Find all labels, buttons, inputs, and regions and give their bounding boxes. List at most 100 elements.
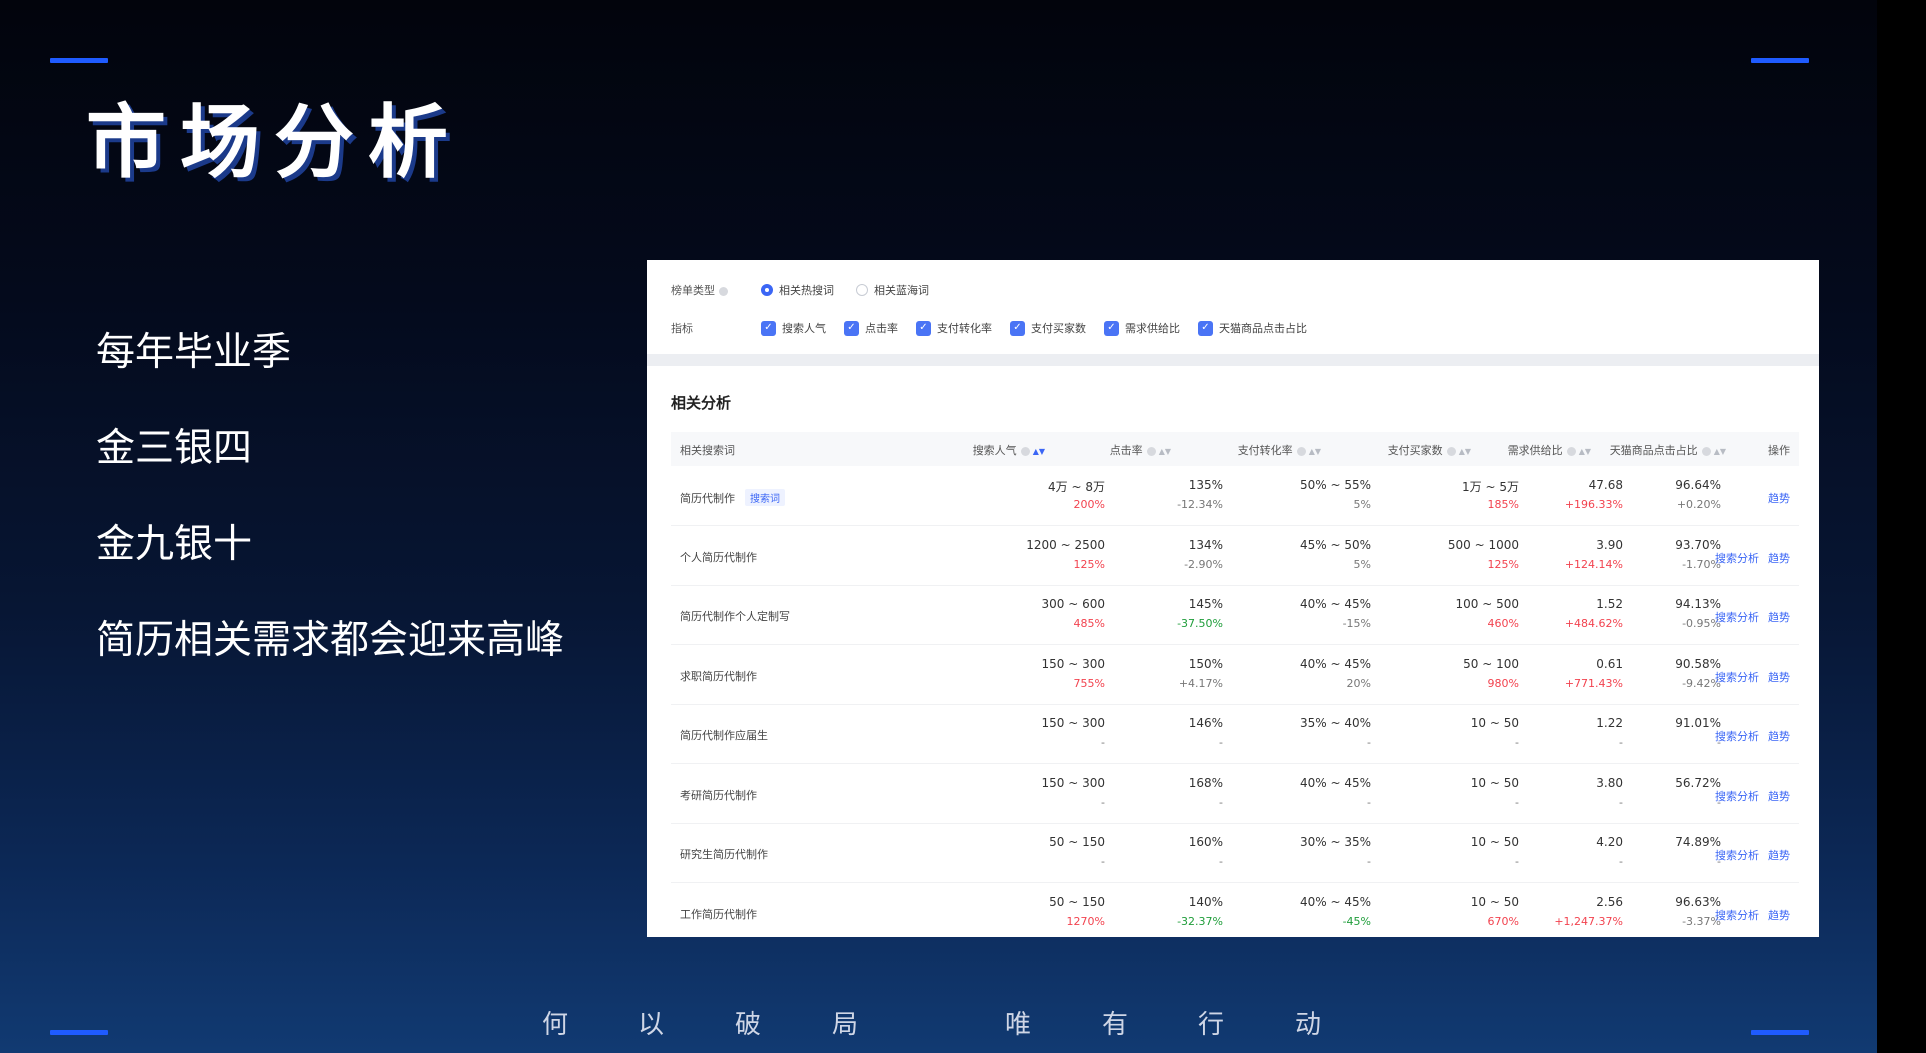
cell-ctr: 146% -: [1063, 704, 1223, 763]
cell-tmall-click-share: 93.70% -1.70%: [1561, 526, 1721, 585]
trend-link[interactable]: 趋势: [1768, 552, 1790, 565]
table-row: 工作简历代制作 50 ~ 150 1270% 140% -32.37% 40% ~ 45%…: [671, 883, 1799, 938]
sort-icon[interactable]: ▲▼: [1579, 447, 1591, 456]
sort-icon[interactable]: ▲▼: [1714, 447, 1726, 456]
search-analysis-link[interactable]: 搜索分析: [1715, 730, 1759, 743]
list-type-row: 榜单类型 相关热搜词 相关蓝海词: [671, 282, 951, 298]
radio-related-hot[interactable]: 相关热搜词: [761, 282, 834, 298]
trend-link[interactable]: 趋势: [1768, 849, 1790, 862]
col-popularity[interactable]: 搜索人气 ▲▼: [951, 442, 1045, 458]
row-actions: 搜索分析 趋势: [1706, 669, 1790, 685]
trend-link[interactable]: 趋势: [1768, 671, 1790, 684]
checkbox-search-popularity[interactable]: ✓ 搜索人气: [761, 320, 826, 336]
search-analysis-link[interactable]: 搜索分析: [1715, 611, 1759, 624]
help-icon[interactable]: [719, 286, 728, 296]
search-analysis-link[interactable]: 搜索分析: [1715, 909, 1759, 922]
cell-conversion: 40% ~ 45% -15%: [1211, 585, 1371, 644]
checkbox-pay-conversion[interactable]: ✓ 支付转化率: [916, 320, 992, 336]
cell-conversion: 40% ~ 45% -: [1211, 764, 1371, 823]
check-icon[interactable]: ✓: [1010, 320, 1025, 336]
cell-tmall-click-share: 96.64% +0.20%: [1561, 466, 1721, 525]
check-icon[interactable]: ✓: [1198, 320, 1213, 336]
checkbox-label: 支付转化率: [937, 322, 992, 335]
table-row: 考研简历代制作 150 ~ 300-168% -40% ~ 45% -10 ~ 50-…: [671, 764, 1799, 824]
keyword-cell: 考研简历代制作: [680, 787, 757, 803]
check-icon[interactable]: ✓: [1104, 320, 1119, 336]
cell-conversion: 45% ~ 50% 5%: [1211, 526, 1371, 585]
check-icon[interactable]: ✓: [761, 320, 776, 336]
footer-char: 唯: [1005, 1010, 1032, 1040]
col-tmall-click-share[interactable]: 天猫商品点击占比 ▲▼: [1591, 442, 1726, 458]
analysis-panel: 榜单类型 相关热搜词 相关蓝海词 指标 ✓ 搜索人气 ✓ 点击率 ✓ 支付转化率 ✓ 支…: [647, 260, 1819, 937]
sort-icon[interactable]: ▲▼: [1159, 447, 1171, 456]
bullet-item: 每年毕业季: [96, 330, 292, 375]
col-demand-supply[interactable]: 需求供给比 ▲▼: [1471, 442, 1591, 458]
checkbox-label: 点击率: [865, 322, 898, 335]
radio-selected-icon[interactable]: [761, 284, 773, 296]
search-analysis-link[interactable]: 搜索分析: [1715, 849, 1759, 862]
trend-link[interactable]: 趋势: [1768, 909, 1790, 922]
metric-value: 96.64%: [1675, 478, 1721, 492]
help-icon[interactable]: [1701, 446, 1711, 456]
help-icon[interactable]: [1146, 446, 1156, 456]
trend-link[interactable]: 趋势: [1768, 611, 1790, 624]
radio-label: 相关蓝海词: [874, 284, 929, 297]
keyword-text: 个人简历代制作: [680, 550, 757, 564]
keyword-text: 考研简历代制作: [680, 788, 757, 802]
checkbox-ctr[interactable]: ✓ 点击率: [844, 320, 898, 336]
row-actions: 搜索分析 趋势: [1706, 609, 1790, 625]
keyword-text: 简历代制作应届生: [680, 729, 768, 742]
search-analysis-link[interactable]: 搜索分析: [1715, 552, 1759, 565]
keyword-cell: 求职简历代制作: [680, 668, 757, 684]
help-icon[interactable]: [1566, 446, 1576, 456]
sort-icon[interactable]: ▲▼: [1033, 447, 1045, 456]
trend-link[interactable]: 趋势: [1768, 730, 1790, 743]
col-keyword: 相关搜索词: [680, 444, 735, 457]
footer-char: 局: [832, 1010, 859, 1040]
sort-icon[interactable]: ▲▼: [1309, 447, 1321, 456]
keyword-text: 工作简历代制作: [680, 907, 757, 921]
checkbox-demand-supply[interactable]: ✓ 需求供给比: [1104, 320, 1180, 336]
radio-related-blue-ocean[interactable]: 相关蓝海词: [856, 282, 929, 298]
help-icon[interactable]: [1446, 446, 1456, 456]
checkbox-tmall-click-share[interactable]: ✓ 天猫商品点击占比: [1198, 320, 1307, 336]
keyword-cell: 个人简历代制作: [680, 549, 757, 565]
footer-char: 动: [1295, 1010, 1322, 1040]
cell-conversion: 40% ~ 45% 20%: [1211, 645, 1371, 704]
search-analysis-link[interactable]: 搜索分析: [1715, 790, 1759, 803]
sort-icon[interactable]: ▲▼: [1459, 447, 1471, 456]
radio-unselected-icon[interactable]: [856, 284, 868, 296]
slide-title: 市场分析: [86, 96, 462, 189]
help-icon[interactable]: [1020, 446, 1030, 456]
footer-char: 有: [1102, 1010, 1129, 1040]
bullet-list: 每年毕业季 金三银四 金九银十 简历相关需求都会迎来高峰: [96, 328, 564, 712]
screen-edge: [1877, 0, 1926, 1053]
checkbox-label: 支付买家数: [1031, 322, 1086, 335]
cell-tmall-click-share: 96.63% -3.37%: [1561, 883, 1721, 938]
bullet-item: 金九银十: [96, 522, 253, 567]
col-label: 支付买家数: [1387, 444, 1443, 457]
help-icon[interactable]: [1296, 446, 1306, 456]
row-actions: 搜索分析 趋势: [1706, 847, 1790, 863]
checkbox-pay-buyers[interactable]: ✓ 支付买家数: [1010, 320, 1086, 336]
trend-link[interactable]: 趋势: [1768, 790, 1790, 803]
keyword-cell: 研究生简历代制作: [680, 846, 768, 862]
search-analysis-link[interactable]: 搜索分析: [1715, 671, 1759, 684]
col-conversion[interactable]: 支付转化率 ▲▼: [1201, 442, 1321, 458]
check-icon[interactable]: ✓: [916, 320, 931, 336]
keyword-text: 简历代制作个人定制写: [680, 610, 790, 623]
metrics-row: 指标 ✓ 搜索人气 ✓ 点击率 ✓ 支付转化率 ✓ 支付买家数 ✓ 需求供给比 ✓ 天猫商品…: [671, 320, 1325, 336]
trend-link[interactable]: 趋势: [1768, 492, 1790, 505]
col-buyers[interactable]: 支付买家数 ▲▼: [1351, 442, 1471, 458]
footer-char: 行: [1198, 1010, 1225, 1040]
col-ctr[interactable]: 点击率 ▲▼: [1051, 442, 1171, 458]
row-actions: 搜索分析 趋势: [1706, 550, 1790, 566]
cell-tmall-click-share: 56.72% -: [1561, 764, 1721, 823]
row-actions: 搜索分析 趋势: [1706, 788, 1790, 804]
corner-accent-top-right: [1751, 58, 1809, 63]
table-row: 简历代制作应届生 150 ~ 300-146% -35% ~ 40% -10 ~ 50…: [671, 704, 1799, 764]
col-actions: 操作: [1768, 444, 1790, 457]
keyword-text: 研究生简历代制作: [680, 848, 768, 861]
check-icon[interactable]: ✓: [844, 320, 859, 336]
slide: 市场分析 每年毕业季 金三银四 金九银十 简历相关需求都会迎来高峰 何 以 破 …: [0, 0, 1877, 1053]
